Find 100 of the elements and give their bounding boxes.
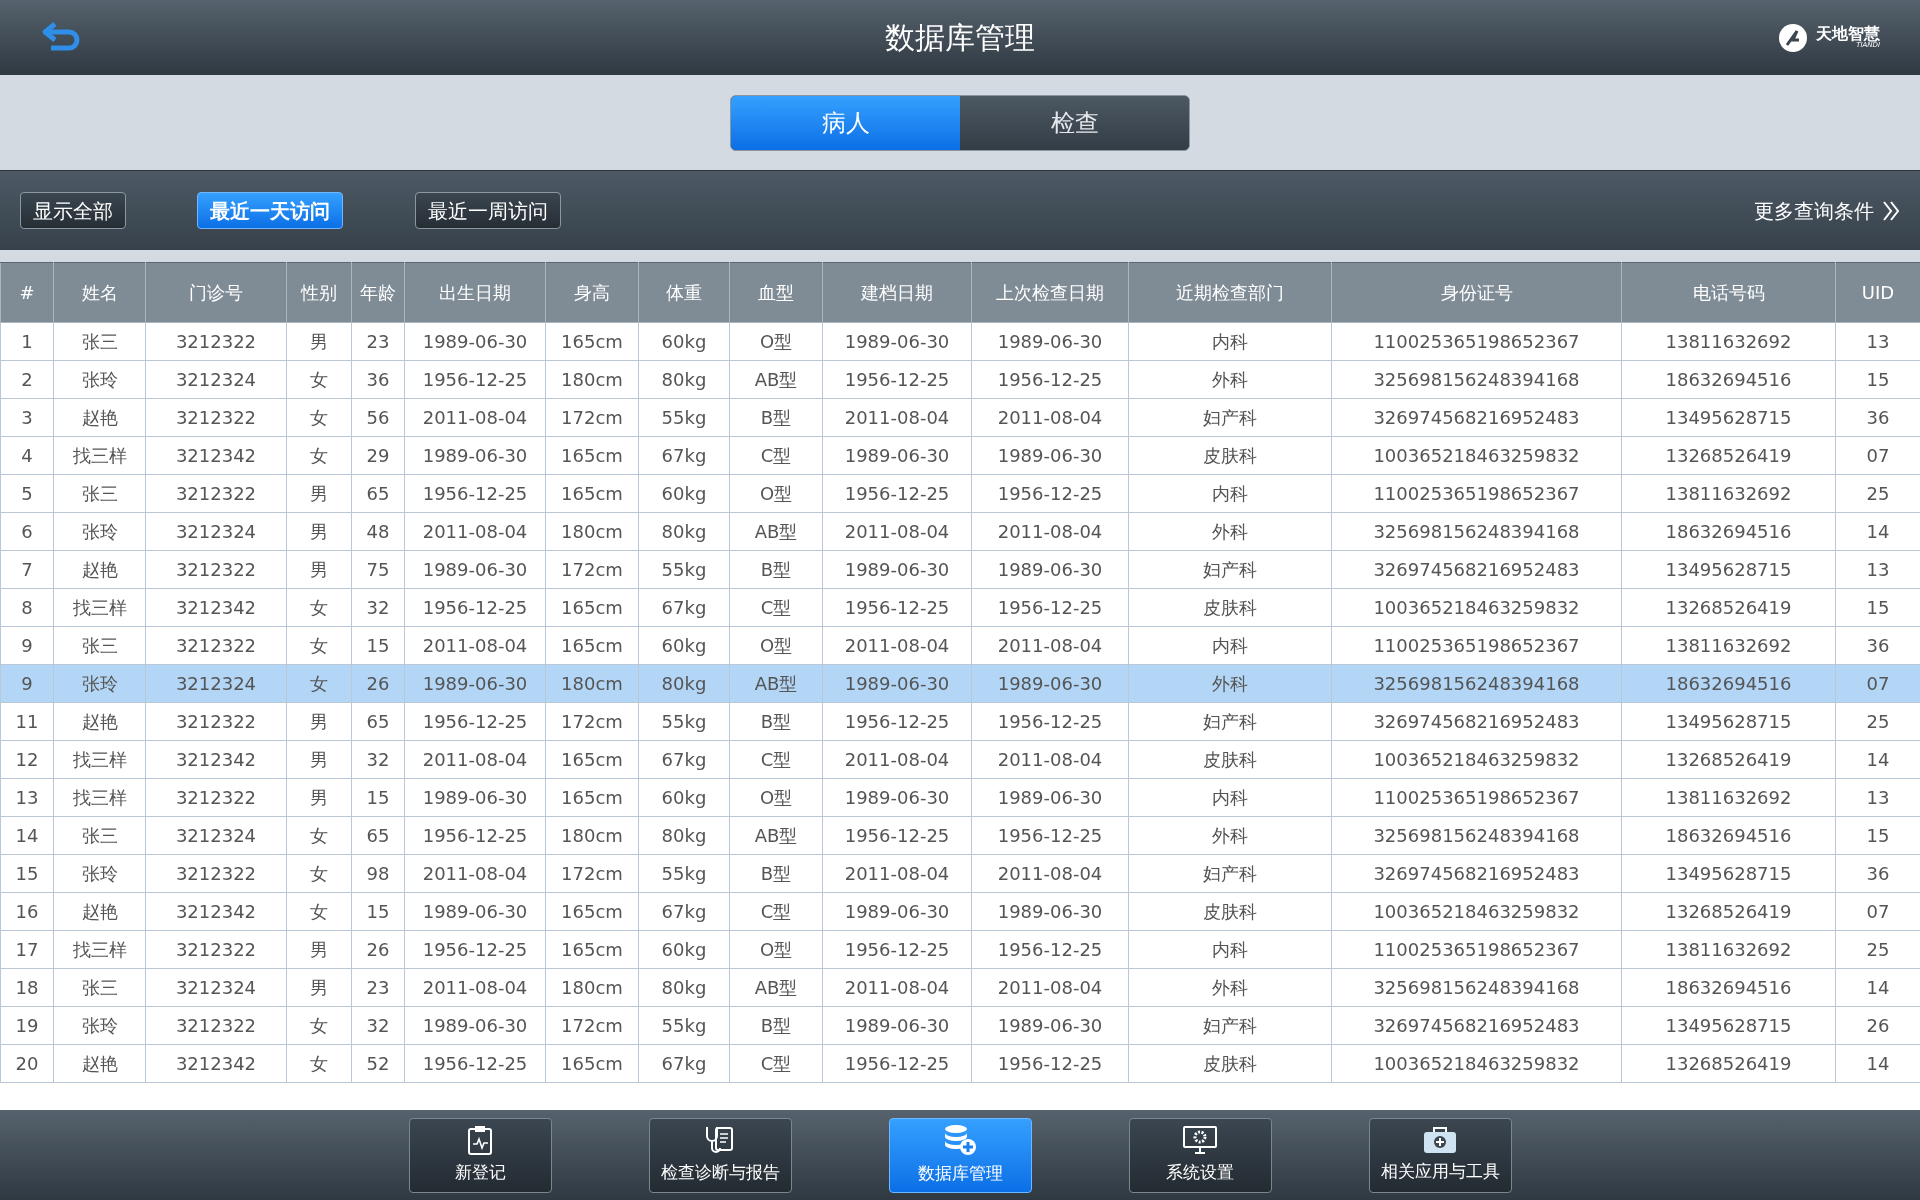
table-cell: 2011-08-04 — [404, 740, 546, 779]
table-cell: 1989-06-30 — [971, 322, 1129, 361]
table-cell: B型 — [729, 550, 823, 589]
table-cell: 32 — [351, 588, 405, 627]
table-cell: 100365218463259832 — [1331, 892, 1622, 931]
table-cell: 找三样 — [53, 930, 146, 969]
table-row[interactable]: 11 赵艳 3212322 男 65 1956-12-25 172cm 55kg B型 1956-12-25 1956-12-25 妇产科 326974568216952483 13495628715 25 — [0, 702, 1920, 741]
table-row[interactable]: 3 赵艳 3212322 女 56 2011-08-04 172cm 55kg B型 2011-08-04 2011-08-04 妇产科 326974568216952483 13495628715 36 — [0, 398, 1920, 437]
table-cell: 23 — [351, 968, 405, 1007]
table-row[interactable]: 13 找三样 3212322 男 15 1989-06-30 165cm 60kg O型 1989-06-30 1989-06-30 内科 110025365198652367 13811632692 13 — [0, 778, 1920, 817]
table-cell: 165cm — [545, 1044, 639, 1083]
nav-button[interactable]: 相关应用与工具 — [1368, 1117, 1512, 1193]
table-cell: 11 — [0, 702, 54, 741]
table-cell: 52 — [351, 1044, 405, 1083]
tab[interactable]: 病人 — [731, 95, 960, 150]
table-cell: 内科 — [1128, 778, 1332, 817]
table-cell: 80kg — [638, 968, 730, 1007]
table-cell: 找三样 — [53, 588, 146, 627]
table-row[interactable]: 12 找三样 3212342 男 32 2011-08-04 165cm 67kg C型 2011-08-04 2011-08-04 皮肤科 100365218463259832 13268526419 14 — [0, 740, 1920, 779]
table-cell: 1956-12-25 — [404, 1044, 546, 1083]
window-title: 数据库管理 — [885, 19, 1035, 57]
table-row[interactable]: 16 赵艳 3212342 女 15 1989-06-30 165cm 67kg C型 1989-06-30 1989-06-30 皮肤科 100365218463259832 13268526419 07 — [0, 892, 1920, 931]
table-row[interactable]: 19 张玲 3212322 女 32 1989-06-30 172cm 55kg B型 1989-06-30 1989-06-30 妇产科 326974568216952483 13495628715 26 — [0, 1006, 1920, 1045]
table-cell: 13268526419 — [1621, 1044, 1836, 1083]
logo-icon — [1778, 22, 1808, 53]
table-cell: 内科 — [1128, 626, 1332, 665]
table-cell: 1989-06-30 — [404, 436, 546, 475]
table-cell: 172cm — [545, 702, 639, 741]
table-row[interactable]: 2 张玲 3212324 女 36 1956-12-25 180cm 80kg AB型 1956-12-25 1956-12-25 外科 325698156248394168 18632694516 15 — [0, 360, 1920, 399]
table-cell: 2011-08-04 — [971, 512, 1129, 551]
table-cell: 165cm — [545, 436, 639, 475]
filter-button[interactable]: 最近一周访问 — [415, 192, 561, 229]
table-cell: 张玲 — [53, 360, 146, 399]
table-cell: 16 — [0, 892, 54, 931]
table-cell: 张三 — [53, 626, 146, 665]
filter-button[interactable]: 最近一天访问 — [197, 192, 343, 229]
filter-button[interactable]: 显示全部 — [20, 192, 126, 229]
table-cell: 29 — [351, 436, 405, 475]
table-cell: 110025365198652367 — [1331, 778, 1622, 817]
table-cell: 13811632692 — [1621, 626, 1836, 665]
table-cell: 326974568216952483 — [1331, 550, 1622, 589]
table-cell: 1989-06-30 — [404, 664, 546, 703]
table-cell: 100365218463259832 — [1331, 1044, 1622, 1083]
table-row[interactable]: 5 张三 3212322 男 65 1956-12-25 165cm 60kg O型 1956-12-25 1956-12-25 内科 110025365198652367 13811632692 25 — [0, 474, 1920, 513]
nav-button[interactable]: 新登记 — [408, 1117, 552, 1193]
table-row[interactable]: 15 张玲 3212322 女 98 2011-08-04 172cm 55kg B型 2011-08-04 2011-08-04 妇产科 326974568216952483 13495628715 36 — [0, 854, 1920, 893]
table-cell: 男 — [286, 550, 352, 589]
table-cell: 女 — [286, 1006, 352, 1045]
table-row[interactable]: 9 张三 3212322 女 15 2011-08-04 165cm 60kg O型 2011-08-04 2011-08-04 内科 110025365198652367 13811632692 36 — [0, 626, 1920, 665]
table-cell: 2011-08-04 — [822, 854, 972, 893]
table-row[interactable]: 6 张玲 3212324 男 48 2011-08-04 180cm 80kg AB型 2011-08-04 2011-08-04 外科 325698156248394168 18632694516 14 — [0, 512, 1920, 551]
table-cell: 98 — [351, 854, 405, 893]
table-cell: O型 — [729, 322, 823, 361]
table-cell: 1989-06-30 — [822, 892, 972, 931]
table-cell: 张玲 — [53, 512, 146, 551]
table-cell: 3212322 — [145, 550, 287, 589]
table-cell: 皮肤科 — [1128, 436, 1332, 475]
table-cell: 15 — [0, 854, 54, 893]
nav-button[interactable]: 系统设置 — [1128, 1117, 1272, 1193]
table-row[interactable]: 7 赵艳 3212322 男 75 1989-06-30 172cm 55kg B型 1989-06-30 1989-06-30 妇产科 326974568216952483 13495628715 13 — [0, 550, 1920, 589]
table-cell: 13495628715 — [1621, 702, 1836, 741]
table-cell: 1956-12-25 — [822, 816, 972, 855]
table-cell: 2011-08-04 — [404, 626, 546, 665]
table-row[interactable]: 14 张三 3212324 女 65 1956-12-25 180cm 80kg AB型 1956-12-25 1956-12-25 外科 325698156248394168 18632694516 15 — [0, 816, 1920, 855]
table-cell: B型 — [729, 398, 823, 437]
table-cell: 165cm — [545, 322, 639, 361]
nav-button[interactable]: 数据库管理 — [888, 1117, 1032, 1193]
table-cell: 165cm — [545, 588, 639, 627]
tab[interactable]: 检查 — [960, 95, 1189, 150]
table-cell: 2011-08-04 — [971, 398, 1129, 437]
table-cell: 妇产科 — [1128, 702, 1332, 741]
table-cell: B型 — [729, 854, 823, 893]
table-cell: 1956-12-25 — [822, 702, 972, 741]
medical-kit-icon — [1422, 1125, 1458, 1156]
table-row[interactable]: 17 找三样 3212322 男 26 1956-12-25 165cm 60kg O型 1956-12-25 1956-12-25 内科 110025365198652367 13811632692 25 — [0, 930, 1920, 969]
table-cell: 67kg — [638, 1044, 730, 1083]
table-cell: 男 — [286, 702, 352, 741]
table-row[interactable]: 4 找三样 3212342 女 29 1989-06-30 165cm 67kg C型 1989-06-30 1989-06-30 皮肤科 100365218463259832 13268526419 07 — [0, 436, 1920, 475]
table-cell: 男 — [286, 512, 352, 551]
table-cell: 172cm — [545, 854, 639, 893]
table-row[interactable]: 9 张玲 3212324 女 26 1989-06-30 180cm 80kg AB型 1989-06-30 1989-06-30 外科 325698156248394168 18632694516 07 — [0, 664, 1920, 703]
table-cell: C型 — [729, 588, 823, 627]
monitor-gear-icon — [1182, 1124, 1218, 1157]
table-cell: 赵艳 — [53, 892, 146, 931]
table-row[interactable]: 18 张三 3212324 男 23 2011-08-04 180cm 80kg AB型 2011-08-04 2011-08-04 外科 325698156248394168 18632694516 14 — [0, 968, 1920, 1007]
table-cell: 110025365198652367 — [1331, 930, 1622, 969]
table-cell: 3212322 — [145, 702, 287, 741]
table-row[interactable]: 1 张三 3212322 男 23 1989-06-30 165cm 60kg O型 1989-06-30 1989-06-30 内科 110025365198652367 13811632692 13 — [0, 322, 1920, 361]
table-cell: 1989-06-30 — [822, 664, 972, 703]
table-cell: 1956-12-25 — [971, 1044, 1129, 1083]
nav-button[interactable]: 检查诊断与报告 — [648, 1117, 792, 1193]
table-cell: 18632694516 — [1621, 816, 1836, 855]
table-cell: 5 — [0, 474, 54, 513]
table-cell: 2011-08-04 — [822, 398, 972, 437]
table-cell: 张三 — [53, 474, 146, 513]
table-cell: 女 — [286, 626, 352, 665]
table-row[interactable]: 8 找三样 3212342 女 32 1956-12-25 165cm 67kg C型 1956-12-25 1956-12-25 皮肤科 100365218463259832 13268526419 15 — [0, 588, 1920, 627]
table-row[interactable]: 20 赵艳 3212342 女 52 1956-12-25 165cm 67kg C型 1956-12-25 1956-12-25 皮肤科 100365218463259832 13268526419 14 — [0, 1044, 1920, 1083]
table-cell: 1989-06-30 — [971, 1006, 1129, 1045]
more-filters-link[interactable]: 更多查询条件 — [1754, 195, 1900, 226]
